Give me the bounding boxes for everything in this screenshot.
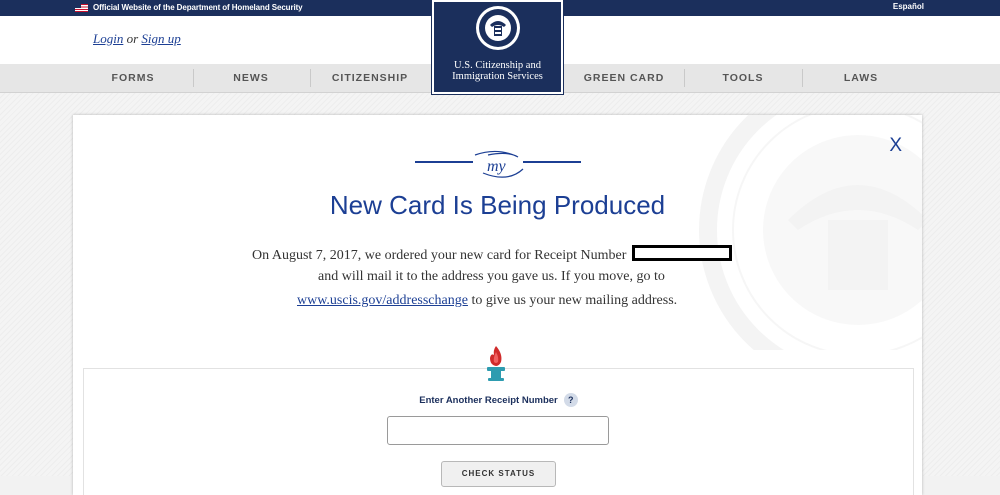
- flourish-text: my: [487, 158, 507, 175]
- language-link[interactable]: Español: [893, 2, 924, 11]
- logo-line-1: U.S. Citizenship and: [454, 60, 541, 71]
- nav-forms[interactable]: FORMS: [73, 64, 193, 92]
- dhs-watermark-seal-icon: [699, 115, 922, 350]
- official-website-text: Official Website of the Department of Ho…: [93, 3, 303, 12]
- signup-link[interactable]: Sign up: [141, 31, 180, 46]
- message-line-1: On August 7, 2017, we ordered your new c…: [252, 245, 732, 264]
- login-link[interactable]: Login: [93, 31, 123, 46]
- address-change-link[interactable]: www.uscis.gov/addresschange: [297, 293, 468, 308]
- message-line-3: www.uscis.gov/addresschange to give us y…: [297, 293, 677, 309]
- receipt-number-input[interactable]: [387, 416, 609, 445]
- receipt-label-row: Enter Another Receipt Number?: [84, 393, 913, 407]
- nav-tools[interactable]: TOOLS: [683, 64, 803, 92]
- auth-or-text: or: [126, 31, 139, 46]
- nav-citizenship[interactable]: CITIZENSHIP: [310, 64, 430, 92]
- status-title: New Card Is Being Produced: [329, 190, 666, 220]
- message-line-2: and will mail it to the address you gave…: [318, 269, 665, 284]
- message-part-3: to give us your new mailing address.: [471, 293, 678, 308]
- help-icon[interactable]: ?: [563, 393, 578, 407]
- message-part-1: On August 7, 2017, we ordered your new c…: [252, 248, 627, 263]
- case-status-card: X my New Card Is Being Produced On Augus…: [73, 115, 922, 495]
- auth-links: Login or Sign up: [93, 31, 181, 47]
- us-flag-icon: [75, 4, 88, 12]
- torch-icon: [487, 346, 505, 381]
- my-flourish-icon: my: [415, 150, 581, 178]
- close-button[interactable]: X: [889, 135, 902, 157]
- redacted-receipt-number: [631, 245, 732, 261]
- receipt-label: Enter Another Receipt Number: [419, 395, 558, 406]
- nav-laws[interactable]: LAWS: [801, 64, 921, 92]
- logo-line-2: Immigration Services: [452, 71, 543, 82]
- nav-green-card[interactable]: GREEN CARD: [564, 64, 684, 92]
- check-status-button[interactable]: CHECK STATUS: [441, 461, 556, 487]
- uscis-logo[interactable]: U.S. Citizenship and Immigration Service…: [432, 0, 563, 94]
- nav-news[interactable]: NEWS: [191, 64, 311, 92]
- dhs-seal-icon: [476, 6, 520, 50]
